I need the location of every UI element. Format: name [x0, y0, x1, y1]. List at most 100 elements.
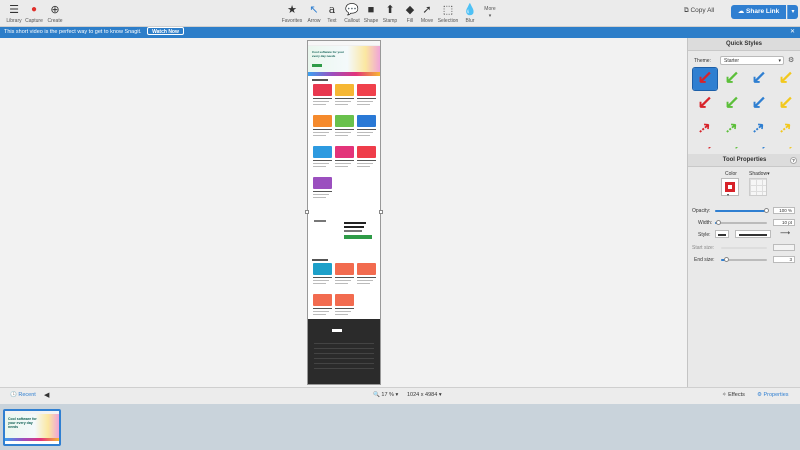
dimensions-control[interactable]: 1024 x 4984 ▾ [407, 392, 442, 398]
doc-tile-text-line [313, 135, 326, 136]
zoom-control[interactable]: 🔍 17 % ▾ [373, 392, 398, 398]
cloud-icon: ☁ [737, 8, 745, 15]
doc-tile-text-line [357, 283, 370, 284]
copy-all-button[interactable]: ⧉ Copy All [684, 7, 714, 15]
chevron-down-icon: ▾ [488, 13, 492, 19]
create-button[interactable]: ⊕ Create [41, 3, 69, 24]
quick-style-swatch[interactable]: ↙ [774, 93, 798, 115]
width-label: Width: [698, 220, 713, 226]
doc-tile-text-line [313, 129, 332, 130]
quick-style-swatch[interactable]: ↙ [774, 68, 798, 90]
doc-tile-text-line [335, 104, 348, 105]
quick-style-swatch[interactable]: ↙ [692, 67, 718, 91]
color-swatch [725, 182, 735, 192]
more-button[interactable]: More ▾ [476, 5, 504, 19]
properties-label: Properties [763, 392, 789, 398]
gear-icon: ⚙ [757, 392, 762, 398]
watch-now-button[interactable]: Watch Now [147, 27, 184, 35]
thumb-hero-title: Cool software for your every day needs [8, 417, 37, 429]
doc-tile-text-line [313, 197, 326, 198]
doc-tile-text-line [335, 129, 354, 130]
doc-tile-text-line [335, 160, 354, 161]
main-toolbar: ☰ Library ● Capture ⊕ Create ★ Favorites… [0, 0, 800, 27]
recent-button[interactable]: 🕓 Recent [10, 392, 36, 398]
doc-tile-text-line [313, 163, 329, 164]
doc-tile-text-line [357, 135, 370, 136]
gear-icon[interactable]: ⚙ [788, 56, 794, 64]
collapse-tray-icon[interactable]: ◀ [44, 391, 49, 399]
end-size-slider[interactable] [721, 257, 767, 262]
recent-label: Recent [18, 392, 36, 398]
effects-label: Effects [728, 392, 745, 398]
doc-product-tile [313, 84, 332, 96]
width-field[interactable]: 10 pt [773, 219, 795, 226]
start-style-select[interactable] [715, 230, 729, 238]
quick-styles-grid: ↙ ↙ ↙ ↙ ↙ ↙ ↙ ↙ ⇢ ⇢ ⇢ ⇢ ⇢ ⇢ ⇢ ⇢ [690, 67, 800, 158]
recent-capture-thumbnail[interactable]: Cool software for your every day needs [3, 409, 61, 446]
quick-style-swatch[interactable]: ↙ [747, 93, 771, 115]
color-swatch-button[interactable]: ▾ [721, 178, 739, 197]
doc-tile-text-line [313, 283, 326, 284]
thumb-hero: Cool software for your every day needs [5, 414, 59, 438]
quick-style-swatch[interactable]: ↙ [720, 68, 744, 90]
slider-knob[interactable] [764, 208, 769, 213]
doc-tile-text-line [335, 135, 348, 136]
canvas-area[interactable]: Cool software for your every day needs [0, 38, 687, 387]
properties-button[interactable]: ⚙ Properties [757, 392, 789, 398]
slider-knob[interactable] [723, 257, 729, 262]
tool-properties-header: Tool Properties ? [688, 154, 800, 167]
shadow-picker[interactable] [749, 178, 767, 196]
arrow-end-style-select[interactable]: ⟶ [774, 229, 796, 238]
chevron-down-icon: ▾ [778, 58, 781, 64]
start-size-slider[interactable] [721, 247, 767, 249]
doc-tile-text-line [357, 101, 373, 102]
doc-tile-text-line [335, 283, 348, 284]
quick-styles-title: Quick Styles [688, 38, 800, 51]
opacity-field[interactable]: 100 % [773, 207, 795, 214]
effects-button[interactable]: ✧ Effects [722, 392, 745, 398]
doc-tile-text-line [313, 314, 326, 315]
doc-tile-text-line [335, 314, 348, 315]
doc-product-tile [313, 115, 332, 127]
slider-knob[interactable] [716, 220, 722, 225]
doc-tile-text-line [357, 160, 376, 161]
theme-label: Theme: [694, 58, 711, 64]
doc-product-tile [335, 294, 354, 306]
doc-tile-text-line [357, 132, 373, 133]
doc-tile-text-line [357, 166, 370, 167]
quick-style-swatch[interactable]: ↙ [693, 93, 717, 115]
doc-product-tile [335, 84, 354, 96]
theme-select[interactable]: Starter ▾ [720, 56, 784, 65]
share-link-button[interactable]: ☁ Share Link [731, 5, 786, 19]
close-icon[interactable]: ✕ [790, 27, 795, 38]
more-label: More [484, 6, 496, 12]
doc-product-tile [357, 146, 376, 158]
share-options-button[interactable]: ▾ [787, 5, 798, 19]
share-link-label: Share Link [746, 8, 780, 15]
chevron-down-icon: ▾ [727, 192, 730, 197]
opacity-slider[interactable] [715, 208, 769, 213]
quick-style-swatch[interactable]: ↙ [720, 93, 744, 115]
doc-product-tile [357, 84, 376, 96]
line-style-select[interactable] [735, 230, 771, 238]
doc-tile-text-line [313, 308, 332, 309]
doc-mid-line [314, 220, 326, 222]
resize-handle-left[interactable] [305, 210, 309, 214]
doc-mid-line [344, 226, 364, 228]
doc-tile-text-line [335, 166, 348, 167]
doc-product-grid [308, 76, 380, 208]
width-slider[interactable] [715, 220, 767, 225]
clock-icon: 🕓 [10, 392, 17, 398]
doc-tile-text-line [357, 280, 373, 281]
help-icon[interactable]: ? [790, 157, 797, 164]
doc-product-tile [313, 263, 332, 275]
captured-image[interactable]: Cool software for your every day needs [307, 40, 381, 385]
quick-style-swatch[interactable]: ↙ [747, 68, 771, 90]
end-size-field[interactable]: 3 [773, 256, 795, 263]
doc-hero-title: Cool software for your every day needs [312, 50, 345, 58]
magnifier-icon: 🔍 [373, 392, 380, 398]
resize-handle-right[interactable] [379, 210, 383, 214]
start-size-field[interactable] [773, 244, 795, 251]
info-banner: This short video is the perfect way to g… [0, 27, 800, 38]
doc-tile-text-line [313, 311, 329, 312]
